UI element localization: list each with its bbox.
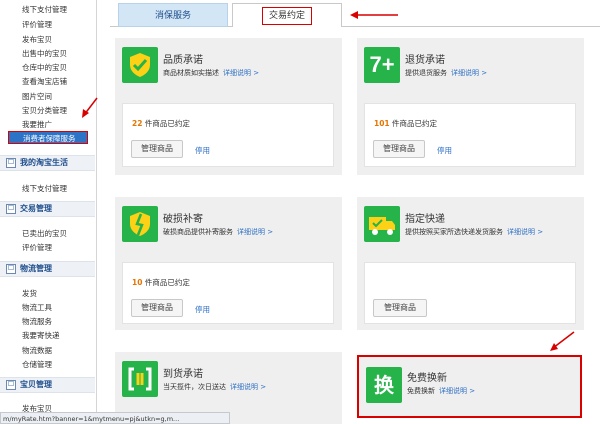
- arrow-to-sidebar: [82, 97, 98, 118]
- arrow-to-tab: [350, 11, 398, 19]
- arrow-to-exchange: [550, 331, 575, 351]
- annotation-arrows: [82, 11, 575, 351]
